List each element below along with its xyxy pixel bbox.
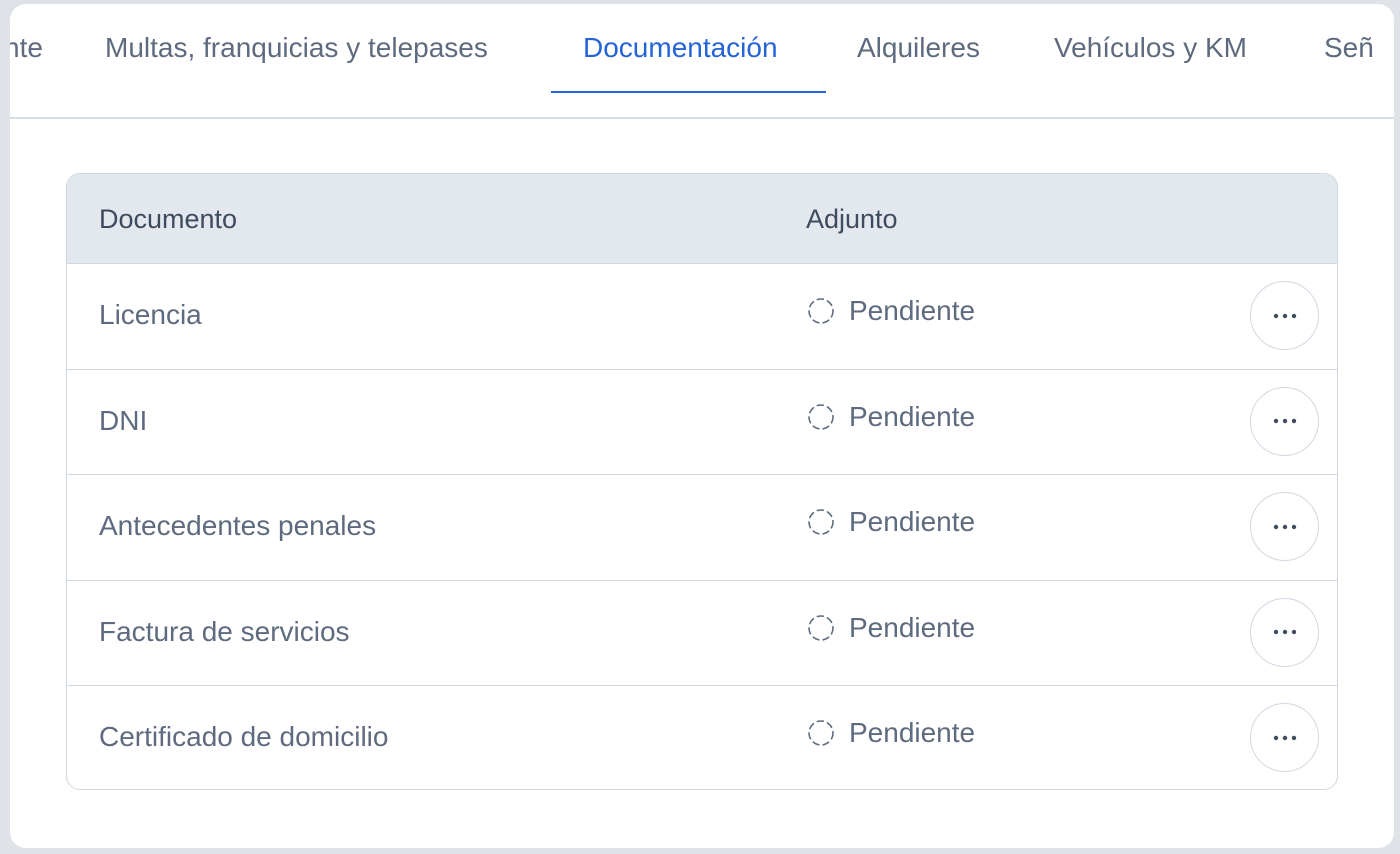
more-horizontal-icon [1273, 418, 1296, 424]
document-name: Certificado de domicilio [99, 721, 389, 753]
status-label: Pendiente [849, 717, 976, 749]
row-actions-button[interactable] [1250, 386, 1319, 456]
row-actions-button[interactable] [1250, 703, 1319, 773]
table-header: Documento Adjunto [67, 174, 1337, 264]
row-actions-button[interactable] [1250, 492, 1319, 562]
active-tab-indicator [551, 91, 826, 93]
tab-partial-right[interactable]: Señ [1324, 31, 1374, 65]
documents-card: nte Multas, franquicias y telepases Docu… [10, 4, 1394, 848]
table-row: Licencia Pendiente [67, 264, 1337, 370]
document-name: Antecedentes penales [99, 510, 377, 542]
document-name: Licencia [99, 299, 202, 330]
status-label: Pendiente [849, 611, 976, 643]
tab-partial-left[interactable]: nte [10, 31, 43, 65]
dashed-circle-icon [808, 509, 834, 535]
attachment-status: Pendiente [807, 611, 975, 645]
tab-vehiculos[interactable]: Vehículos y KM [1054, 31, 1247, 65]
dashed-circle-icon [808, 403, 834, 430]
more-horizontal-icon [1273, 630, 1296, 635]
table-row: Factura de servicios Pendiente [67, 581, 1337, 687]
status-label: Pendiente [849, 295, 976, 326]
attachment-status: Pendiente [807, 716, 975, 750]
more-horizontal-icon [1273, 313, 1296, 318]
dashed-circle-icon [808, 614, 834, 641]
attachment-status: Pendiente [807, 505, 975, 539]
column-header-document: Documento [99, 204, 238, 234]
more-horizontal-icon [1273, 524, 1296, 529]
status-label: Pendiente [849, 506, 976, 538]
document-name: Factura de servicios [99, 615, 350, 647]
column-header-attachment: Adjunto [806, 204, 898, 234]
document-name: DNI [99, 404, 148, 436]
row-actions-button[interactable] [1250, 281, 1319, 350]
tab-documentacion[interactable]: Documentación [583, 31, 778, 65]
attachment-status: Pendiente [807, 400, 975, 434]
tab-multas[interactable]: Multas, franquicias y telepases [105, 31, 488, 65]
table-row: Antecedentes penales Pendiente [67, 475, 1337, 581]
table-row: Certificado de domicilio Pendiente [67, 686, 1337, 789]
tab-alquileres[interactable]: Alquileres [857, 31, 980, 65]
table-body: Licencia Pendiente DNI Pendiente Anteced… [67, 264, 1337, 789]
table-row: DNI Pendiente [67, 370, 1337, 476]
row-actions-button[interactable] [1250, 597, 1319, 667]
attachment-status: Pendiente [807, 294, 975, 328]
status-label: Pendiente [849, 400, 976, 432]
tab-bar: nte Multas, franquicias y telepases Docu… [10, 4, 1394, 119]
more-horizontal-icon [1273, 735, 1296, 741]
documents-table: Documento Adjunto Licencia Pendiente DNI… [66, 173, 1338, 790]
dashed-circle-icon [808, 298, 834, 324]
dashed-circle-icon [808, 720, 834, 747]
